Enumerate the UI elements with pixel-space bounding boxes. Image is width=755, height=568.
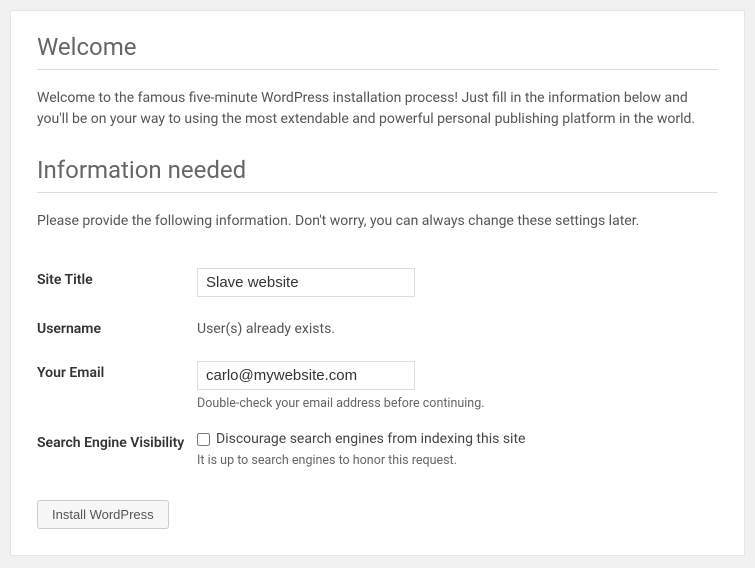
install-wordpress-button[interactable]: Install WordPress — [37, 500, 169, 529]
submit-row: Install WordPress — [37, 500, 718, 529]
search-visibility-description: It is up to search engines to honor this… — [197, 453, 718, 468]
label-email: Your Email — [37, 351, 197, 421]
form-table: Site Title Username User(s) already exis… — [37, 258, 718, 478]
info-intro: Please provide the following information… — [37, 211, 718, 232]
search-visibility-checkbox[interactable] — [197, 433, 210, 446]
info-heading: Information needed — [37, 156, 718, 193]
search-visibility-checkbox-label[interactable]: Discourage search engines from indexing … — [216, 431, 525, 447]
site-title-input[interactable] — [197, 268, 415, 297]
row-site-title: Site Title — [37, 258, 718, 307]
install-form-container: Welcome Welcome to the famous five-minut… — [10, 10, 745, 556]
welcome-intro: Welcome to the famous five-minute WordPr… — [37, 88, 718, 130]
label-search-visibility: Search Engine Visibility — [37, 421, 197, 478]
row-search-visibility: Search Engine Visibility Discourage sear… — [37, 421, 718, 478]
row-email: Your Email Double-check your email addre… — [37, 351, 718, 421]
label-site-title: Site Title — [37, 258, 197, 307]
email-input[interactable] — [197, 361, 415, 390]
welcome-heading: Welcome — [37, 33, 718, 70]
row-username: Username User(s) already exists. — [37, 307, 718, 351]
label-username: Username — [37, 307, 197, 351]
username-exists-note: User(s) already exists. — [197, 317, 335, 337]
email-description: Double-check your email address before c… — [197, 396, 718, 411]
